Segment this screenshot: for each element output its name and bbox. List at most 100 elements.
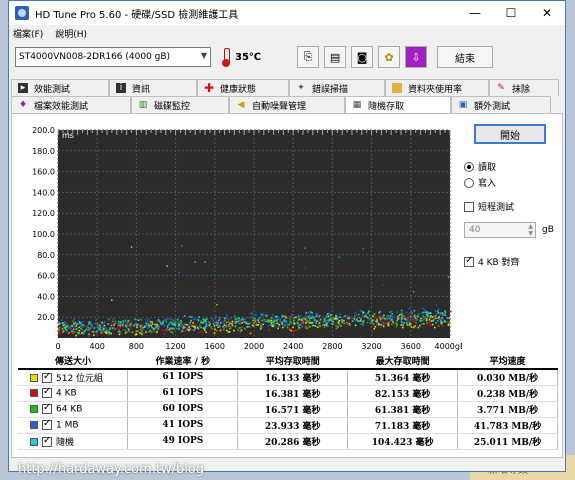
series-checkbox[interactable] — [42, 418, 52, 430]
align-4kb-check[interactable] — [464, 255, 474, 267]
scatter-point — [124, 324, 127, 327]
y-tick-label: 200.0 — [32, 126, 55, 135]
scatter-point — [162, 321, 164, 324]
scatter-point — [377, 322, 380, 325]
scatter-point — [294, 322, 297, 325]
scatter-point — [212, 331, 214, 334]
copy-text-icon[interactable]: ▤ — [324, 46, 347, 68]
tab-file-benchmark[interactable]: ♦ 檔案效能測試 — [11, 96, 131, 113]
menu-file[interactable]: 檔案(F) — [13, 27, 43, 40]
x-tick-label: 800 — [129, 342, 144, 351]
scatter-point — [250, 317, 253, 319]
close-button[interactable]: ✕ — [529, 1, 565, 25]
scatter-point — [409, 319, 412, 321]
short-test-checkbox[interactable]: 短程測試 — [464, 200, 514, 213]
scatter-point — [72, 328, 75, 331]
short-test-size-input[interactable]: 40 ▲ ▼ — [464, 222, 536, 238]
tab-info[interactable]: i 資訊 — [109, 79, 197, 96]
drive-select[interactable]: ST4000VN008-2DR166 (4000 gB) ▼ — [15, 47, 211, 67]
series-checkbox[interactable] — [42, 371, 52, 384]
start-button[interactable]: 開始 — [474, 124, 546, 144]
x-tick-label: 4000gB — [435, 342, 462, 351]
scatter-point — [313, 320, 316, 323]
scatter-point — [412, 315, 414, 318]
scatter-point — [154, 323, 156, 326]
scatter-point — [398, 316, 400, 318]
scatter-point — [311, 312, 313, 314]
scatter-point — [173, 327, 176, 330]
series-color-swatch — [30, 438, 38, 446]
scatter-point — [383, 317, 386, 320]
screenshot-camera-icon[interactable]: ◙ — [351, 46, 374, 68]
series-checkbox[interactable] — [42, 435, 52, 447]
tab-erase[interactable]: ✎ 抹除 — [489, 79, 559, 96]
scatter-point — [142, 328, 145, 331]
scatter-point — [264, 320, 267, 323]
write-radio-dot[interactable] — [464, 177, 474, 188]
scatter-point — [67, 327, 70, 329]
tab-error-scan[interactable]: ✦ 錯誤掃描 — [289, 79, 385, 96]
scatter-point — [429, 312, 432, 314]
maximize-button[interactable]: ☐ — [493, 1, 529, 25]
save-download-icon[interactable]: ⇩ — [405, 46, 428, 68]
x-tick-label: 3600 — [401, 342, 421, 351]
tab-extra-tests[interactable]: ▣ 額外測試 — [451, 96, 551, 113]
scatter-point — [259, 322, 262, 325]
y-tick-label: 100.0 — [32, 230, 55, 239]
scatter-point — [147, 327, 149, 329]
scatter-point — [191, 329, 194, 331]
scatter-point — [246, 326, 249, 328]
spin-arrows-icon[interactable]: ▲ ▼ — [528, 223, 533, 237]
scatter-point — [335, 327, 338, 330]
tab-benchmark[interactable]: ▸ 效能測試 — [11, 79, 109, 96]
tab-folder-usage[interactable]: 資料夾使用率 — [385, 79, 489, 96]
read-radio-dot[interactable] — [464, 161, 474, 172]
scatter-point — [146, 320, 149, 323]
scatter-point — [91, 323, 94, 325]
scatter-point — [165, 318, 168, 321]
scatter-point — [192, 322, 194, 324]
scatter-point — [380, 315, 383, 318]
series-checkbox[interactable] — [42, 386, 52, 398]
scatter-point — [186, 327, 188, 329]
options-icon[interactable]: ✿ — [378, 46, 401, 68]
minimize-button[interactable]: — — [457, 1, 493, 25]
scatter-point — [223, 322, 225, 325]
scatter-point — [425, 319, 428, 322]
scatter-point — [328, 312, 331, 315]
scatter-point — [157, 328, 160, 330]
scatter-point — [203, 329, 206, 331]
scatter-point — [153, 328, 155, 331]
scatter-point — [73, 318, 76, 321]
scatter-point — [440, 321, 442, 324]
y-axis-unit: ms — [62, 131, 74, 140]
scatter-point — [373, 318, 375, 321]
row-label: 512 位元組 — [56, 373, 104, 384]
scatter-point — [317, 319, 320, 321]
series-checkbox[interactable] — [42, 402, 52, 414]
scatter-point — [87, 329, 90, 332]
scatter-point — [122, 322, 125, 324]
scatter-point — [160, 323, 163, 325]
copy-info-icon[interactable]: ⎘ — [297, 46, 320, 68]
tab-health[interactable]: ✚ 健康狀態 — [197, 79, 289, 96]
scatter-point — [117, 324, 120, 327]
scatter-point — [332, 320, 334, 323]
scatter-point — [252, 315, 254, 318]
menu-help[interactable]: 說明(H) — [55, 27, 87, 40]
tab-aam[interactable]: ◀ 自動噪聲管理 — [229, 96, 345, 113]
align-4kb-checkbox[interactable]: 4 KB 對齊 — [464, 255, 520, 268]
scatter-point — [255, 324, 258, 326]
scatter-point — [227, 324, 230, 326]
short-test-check[interactable] — [464, 201, 474, 212]
title-bar[interactable]: HD Tune Pro 5.60 - 硬碟/SSD 檢測維護工具 — ☐ ✕ — [9, 1, 565, 25]
exit-button[interactable]: 結束 — [437, 46, 494, 68]
scatter-point — [316, 320, 319, 322]
read-radio[interactable]: 讀取 — [464, 160, 496, 173]
scatter-point — [171, 327, 174, 330]
tab-disk-monitor[interactable]: ▥ 磁碟監控 — [131, 96, 229, 113]
scatter-point — [158, 320, 161, 323]
tab-random-access[interactable]: ▦ 隨機存取 — [345, 96, 451, 113]
write-radio[interactable]: 寫入 — [464, 176, 496, 189]
scatter-point — [118, 328, 121, 331]
